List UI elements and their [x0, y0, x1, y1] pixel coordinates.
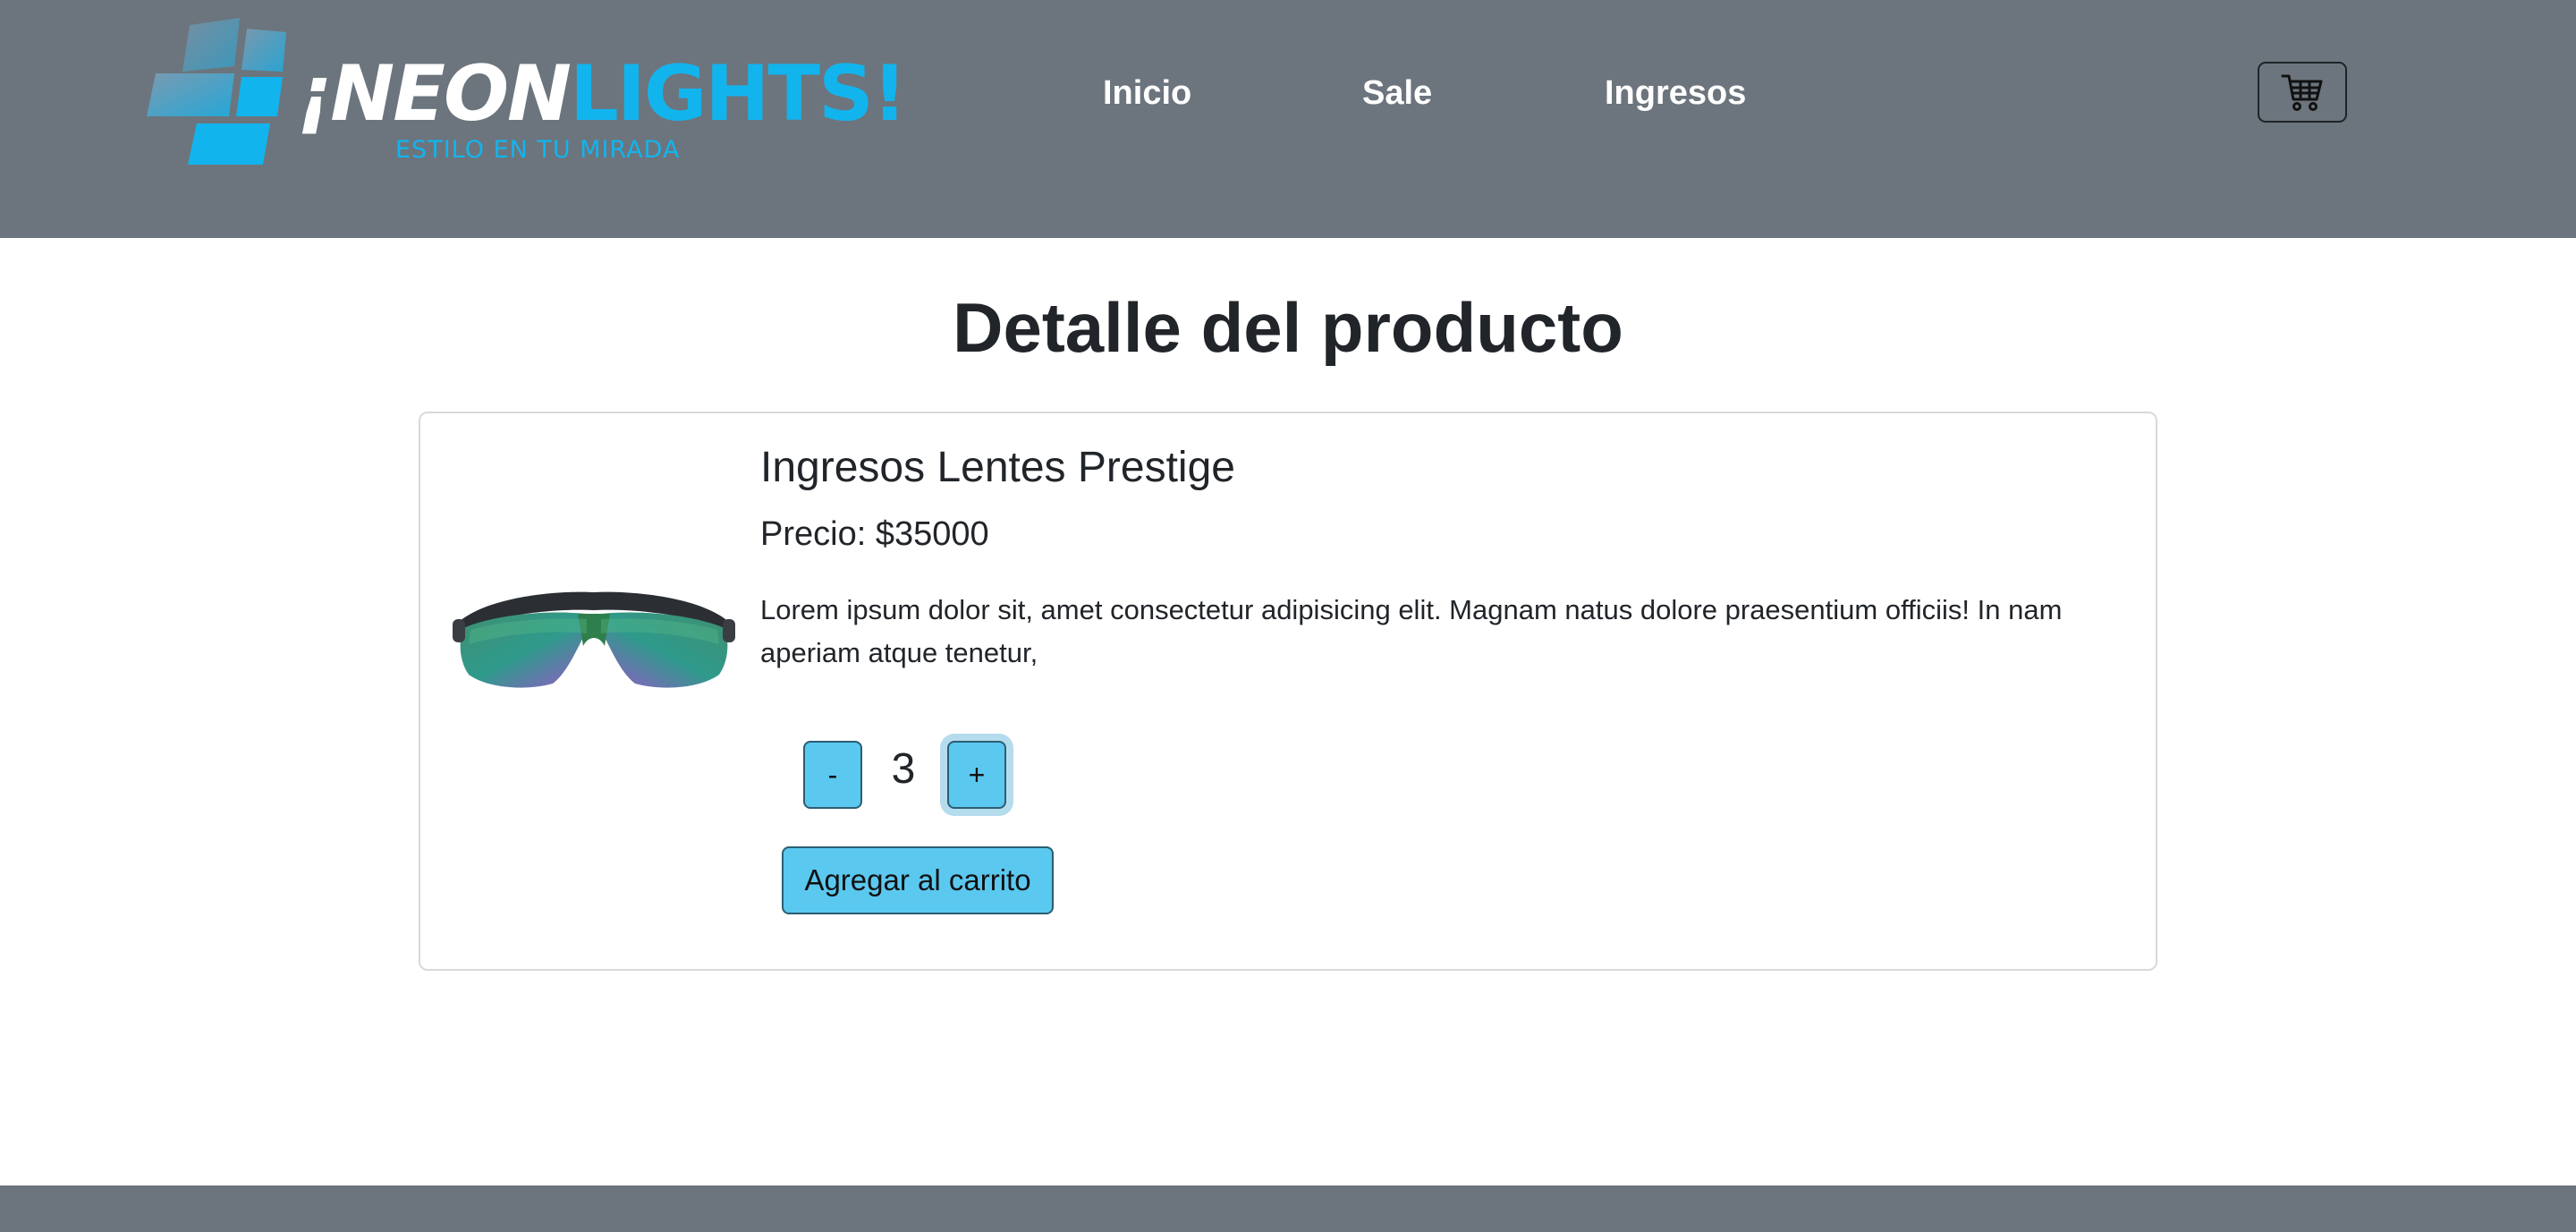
quantity-decrement-button[interactable]: -: [803, 741, 862, 809]
product-card: Ingresos Lentes Prestige Precio: $35000 …: [419, 412, 2157, 971]
sunglasses-image: [453, 591, 735, 688]
product-name: Ingresos Lentes Prestige: [760, 444, 1235, 491]
product-price: Precio: $35000: [760, 515, 989, 553]
logo-tagline: ESTILO EN TU MIRADA: [395, 136, 681, 164]
site-header: ¡NEONLIGHTS! ESTILO EN TU MIRADA Inicio …: [0, 0, 2576, 238]
nav-link-inicio[interactable]: Inicio: [1103, 72, 1191, 115]
add-to-cart-button[interactable]: Agregar al carrito: [782, 846, 1054, 914]
quantity-value: 3: [891, 745, 916, 793]
logo-wordmark: ¡NEONLIGHTS!: [297, 55, 907, 132]
logo-mark-icon: [147, 18, 286, 165]
nav-link-sale[interactable]: Sale: [1362, 72, 1432, 115]
brand-logo[interactable]: ¡NEONLIGHTS! ESTILO EN TU MIRADA: [143, 18, 907, 179]
cart-button[interactable]: [2258, 62, 2347, 123]
site-footer: [0, 1185, 2576, 1232]
logo-highlight: LIGHTS!: [570, 49, 907, 139]
product-description: Lorem ipsum dolor sit, amet consectetur …: [760, 594, 2063, 668]
quantity-increment-button[interactable]: +: [947, 741, 1006, 809]
page-title: Detalle del producto: [953, 288, 1623, 367]
nav-link-ingresos[interactable]: Ingresos: [1605, 72, 1746, 115]
shopping-cart-icon: [2281, 74, 2323, 111]
logo-prefix: ¡NEON: [297, 49, 572, 139]
